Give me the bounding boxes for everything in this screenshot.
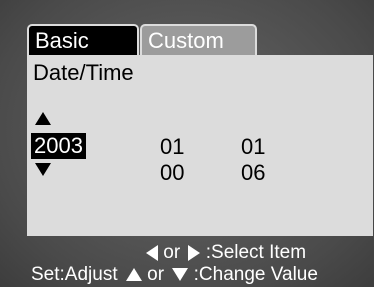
tab-custom-label: Custom bbox=[148, 28, 224, 53]
arrow-up-icon bbox=[125, 268, 142, 282]
section-title: Date/Time bbox=[33, 60, 134, 85]
minute-field[interactable]: 06 bbox=[241, 160, 265, 186]
decrement-arrow-icon bbox=[35, 163, 51, 176]
hour-field[interactable]: 00 bbox=[160, 160, 184, 186]
arrow-right-icon bbox=[188, 244, 201, 261]
increment-arrow-icon bbox=[35, 112, 51, 125]
day-field[interactable]: 01 bbox=[241, 134, 265, 160]
arrow-down-icon bbox=[172, 268, 189, 282]
year-field[interactable]: 2003 bbox=[31, 133, 86, 159]
help-change-value: Set:Adjust or :Change Value bbox=[31, 264, 318, 286]
tab-basic[interactable]: Basic bbox=[27, 24, 139, 57]
help-or-1: or bbox=[163, 242, 181, 263]
help-set-adjust: Set:Adjust bbox=[31, 264, 118, 285]
arrow-left-icon bbox=[146, 244, 158, 261]
month-field[interactable]: 01 bbox=[160, 134, 184, 160]
help-change-value-label: :Change Value bbox=[193, 264, 318, 285]
help-select-item: or :Select Item bbox=[146, 242, 306, 264]
help-select-item-label: :Select Item bbox=[205, 242, 307, 263]
help-or-2: or bbox=[147, 264, 165, 285]
tab-basic-label: Basic bbox=[35, 28, 89, 53]
tab-custom[interactable]: Custom bbox=[140, 24, 257, 57]
